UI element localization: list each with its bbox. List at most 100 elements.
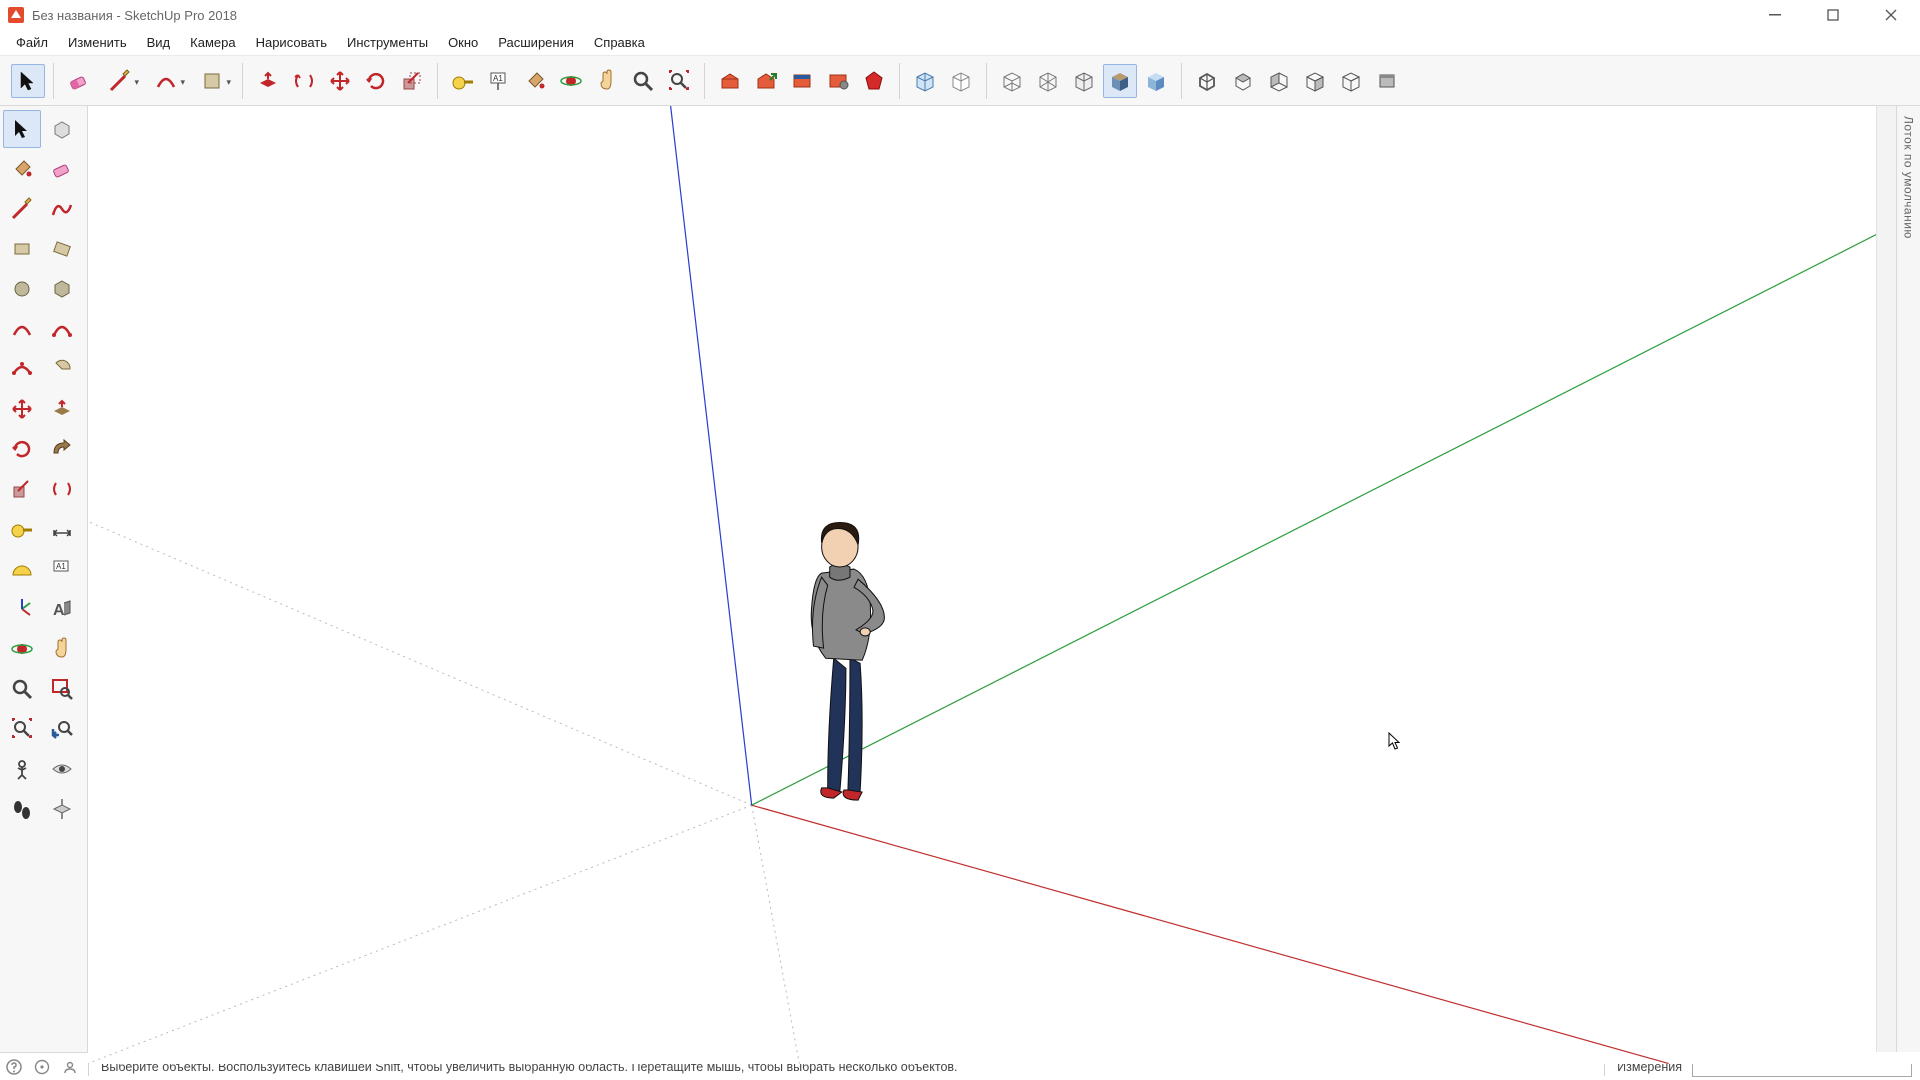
minimize-button[interactable]: [1746, 0, 1804, 30]
view-left-button[interactable]: [1370, 64, 1404, 98]
app-icon: [6, 5, 26, 25]
cursor-icon: [1388, 732, 1402, 750]
zoom-extents-button[interactable]: [662, 64, 696, 98]
three-point-arc-tool[interactable]: [3, 350, 41, 388]
rectangle-tool[interactable]: [3, 230, 41, 268]
menu-camera[interactable]: Камера: [180, 32, 245, 53]
paint-bucket-button[interactable]: [518, 64, 552, 98]
3d-text-tool[interactable]: A: [43, 590, 81, 628]
scale-tool[interactable]: [3, 470, 41, 508]
menu-view[interactable]: Вид: [137, 32, 181, 53]
view-front-button[interactable]: [1262, 64, 1296, 98]
face-style-back-button[interactable]: [944, 64, 978, 98]
walk-tool[interactable]: [3, 790, 41, 828]
close-button[interactable]: [1862, 0, 1920, 30]
pushpull-tool[interactable]: [43, 390, 81, 428]
zoom-tool[interactable]: [3, 670, 41, 708]
look-around-tool[interactable]: [43, 750, 81, 788]
svg-text:A1: A1: [493, 74, 503, 83]
scale-tool-button[interactable]: [395, 64, 429, 98]
select-tool[interactable]: [3, 110, 41, 148]
ruby-console-button[interactable]: [857, 64, 891, 98]
style-xray-button[interactable]: [995, 64, 1029, 98]
make-component-tool[interactable]: [43, 110, 81, 148]
menu-tools[interactable]: Инструменты: [337, 32, 438, 53]
orbit-tool[interactable]: [3, 630, 41, 668]
tape-measure-button[interactable]: [446, 64, 480, 98]
two-point-arc-tool[interactable]: [43, 310, 81, 348]
model-canvas[interactable]: [88, 106, 1920, 1064]
menu-edit[interactable]: Изменить: [58, 32, 137, 53]
eraser-tool[interactable]: [43, 150, 81, 188]
extension-manager-button[interactable]: [821, 64, 855, 98]
orbit-button[interactable]: [554, 64, 588, 98]
menu-draw[interactable]: Нарисовать: [246, 32, 337, 53]
dimension-tool[interactable]: [43, 510, 81, 548]
offset-tool-button[interactable]: [287, 64, 321, 98]
move-tool[interactable]: [3, 390, 41, 428]
menu-help[interactable]: Справка: [584, 32, 655, 53]
zoom-window-tool[interactable]: [43, 670, 81, 708]
scale-figure[interactable]: [811, 522, 884, 800]
axis-red: [752, 805, 1669, 1063]
text-label-button[interactable]: A1: [482, 64, 516, 98]
rotate-tool[interactable]: [3, 430, 41, 468]
style-wireframe-button[interactable]: [1031, 64, 1065, 98]
line-tool-button[interactable]: ▾: [98, 64, 142, 98]
svg-text:A1: A1: [56, 562, 66, 571]
style-hidden-line-button[interactable]: [1067, 64, 1101, 98]
face-style-front-button[interactable]: [908, 64, 942, 98]
pan-tool[interactable]: [43, 630, 81, 668]
polygon-tool[interactable]: [43, 270, 81, 308]
vertical-scrollbar[interactable]: [1876, 106, 1896, 1052]
select-tool-button[interactable]: [11, 64, 45, 98]
position-camera-tool[interactable]: [3, 750, 41, 788]
line-tool[interactable]: [3, 190, 41, 228]
zoom-button[interactable]: [626, 64, 660, 98]
pan-button[interactable]: [590, 64, 624, 98]
maximize-button[interactable]: [1804, 0, 1862, 30]
svg-text:A: A: [53, 602, 65, 619]
pie-tool[interactable]: [43, 350, 81, 388]
view-back-button[interactable]: [1334, 64, 1368, 98]
default-tray-tab[interactable]: Лоток по умолчанию: [1896, 106, 1920, 1052]
previous-view-tool[interactable]: [43, 710, 81, 748]
axis-blue: [671, 106, 752, 805]
paint-tool[interactable]: [3, 150, 41, 188]
shapes-tool-button[interactable]: ▾: [190, 64, 234, 98]
tape-measure-tool[interactable]: [3, 510, 41, 548]
credits-icon[interactable]: [56, 1053, 84, 1080]
arc-tool[interactable]: [3, 310, 41, 348]
eraser-tool-button[interactable]: [62, 64, 96, 98]
style-monochrome-button[interactable]: [1139, 64, 1173, 98]
3d-warehouse-share-button[interactable]: [749, 64, 783, 98]
view-top-button[interactable]: [1226, 64, 1260, 98]
freehand-tool[interactable]: [43, 190, 81, 228]
menu-bar: Файл Изменить Вид Камера Нарисовать Инст…: [0, 30, 1920, 56]
protractor-tool[interactable]: [3, 550, 41, 588]
section-plane-tool[interactable]: [43, 790, 81, 828]
menu-window[interactable]: Окно: [438, 32, 488, 53]
pushpull-tool-button[interactable]: [251, 64, 285, 98]
text-tool[interactable]: A1: [43, 550, 81, 588]
zoom-extents-tool[interactable]: [3, 710, 41, 748]
help-icon[interactable]: [0, 1053, 28, 1080]
arc-tool-button[interactable]: ▾: [144, 64, 188, 98]
title-bar: Без названия - SketchUp Pro 2018: [0, 0, 1920, 30]
rotate-tool-button[interactable]: [359, 64, 393, 98]
rotated-rectangle-tool[interactable]: [43, 230, 81, 268]
offset-tool[interactable]: [43, 470, 81, 508]
geo-icon[interactable]: [28, 1053, 56, 1080]
style-shaded-textures-button[interactable]: [1103, 64, 1137, 98]
circle-tool[interactable]: [3, 270, 41, 308]
menu-extensions[interactable]: Расширения: [488, 32, 584, 53]
follow-me-tool[interactable]: [43, 430, 81, 468]
menu-file[interactable]: Файл: [6, 32, 58, 53]
axes-tool[interactable]: [3, 590, 41, 628]
view-iso-button[interactable]: [1190, 64, 1224, 98]
view-right-button[interactable]: [1298, 64, 1332, 98]
viewport[interactable]: Лоток по умолчанию: [88, 106, 1920, 1052]
move-tool-button[interactable]: [323, 64, 357, 98]
3d-warehouse-button[interactable]: [713, 64, 747, 98]
extension-warehouse-button[interactable]: [785, 64, 819, 98]
